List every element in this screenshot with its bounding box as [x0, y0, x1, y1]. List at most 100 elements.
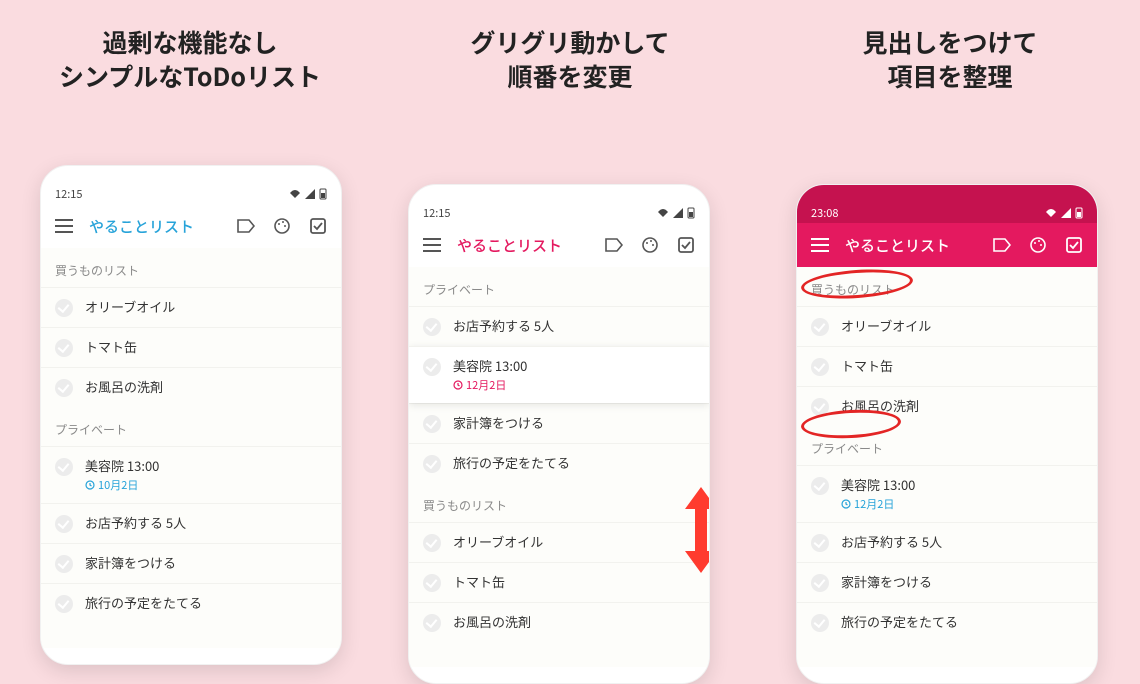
check-circle-icon[interactable]	[811, 534, 829, 552]
signal-icon	[305, 189, 315, 199]
todo-row[interactable]: 美容院 13:0010月2日	[41, 446, 341, 503]
checkbox-icon[interactable]	[307, 215, 329, 237]
check-circle-icon[interactable]	[55, 555, 73, 573]
caption-2: グリグリ動かして 順番を変更	[470, 26, 669, 94]
check-circle-icon[interactable]	[55, 515, 73, 533]
clock-icon	[85, 480, 95, 490]
clock-text: 23:08	[811, 205, 838, 221]
todo-row[interactable]: お店予約する 5人	[409, 306, 709, 346]
section-header: プライベート	[41, 407, 341, 446]
clock-text: 12:15	[55, 186, 82, 202]
check-circle-icon[interactable]	[55, 379, 73, 397]
check-circle-icon[interactable]	[55, 339, 73, 357]
status-bar: 12:15	[41, 184, 341, 204]
todo-row[interactable]: 家計簿をつける	[41, 543, 341, 583]
todo-row[interactable]: トマト缶	[41, 327, 341, 367]
todo-row[interactable]: 旅行の予定をたてる	[409, 443, 709, 483]
wifi-icon	[657, 208, 669, 218]
todo-row[interactable]: お店予約する 5人	[41, 503, 341, 543]
todo-text: お風呂の洗剤	[841, 397, 919, 415]
todo-row[interactable]: オリーブオイル	[41, 287, 341, 327]
todo-text: お店予約する 5人	[453, 317, 554, 335]
label-icon[interactable]	[991, 234, 1013, 256]
check-circle-icon[interactable]	[423, 614, 441, 632]
todo-text: お風呂の洗剤	[453, 613, 531, 631]
todo-text: 美容院 13:00	[453, 357, 527, 375]
caption-3: 見出しをつけて 項目を整理	[862, 26, 1037, 94]
todo-text: 旅行の予定をたてる	[841, 613, 958, 631]
signal-icon	[673, 208, 683, 218]
section-header: 買うものリスト	[409, 483, 709, 522]
check-circle-icon[interactable]	[55, 299, 73, 317]
todo-text: トマト缶	[453, 573, 505, 591]
todo-row[interactable]: 旅行の予定をたてる	[797, 602, 1097, 642]
menu-icon[interactable]	[809, 234, 831, 256]
todo-row[interactable]: 家計簿をつける	[409, 403, 709, 443]
status-bar: 12:15	[409, 203, 709, 223]
todo-row[interactable]: お店予約する 5人	[797, 522, 1097, 562]
drag-arrow-icon	[683, 487, 710, 573]
phone-screenshot-1: 12:15 やることリスト 買うものリストオリーブオイルトマト缶お風呂の洗剤プラ…	[40, 165, 342, 665]
clock-text: 12:15	[423, 205, 450, 221]
check-circle-icon[interactable]	[811, 358, 829, 376]
palette-icon[interactable]	[639, 234, 661, 256]
list-body[interactable]: プライベートお店予約する 5人美容院 13:0012月2日家計簿をつける旅行の予…	[409, 267, 709, 667]
status-bar: 23:08	[797, 203, 1097, 223]
todo-text: 旅行の予定をたてる	[85, 594, 202, 612]
menu-icon[interactable]	[53, 215, 75, 237]
app-bar: やることリスト	[409, 223, 709, 267]
check-circle-icon[interactable]	[811, 398, 829, 416]
todo-text: 家計簿をつける	[453, 414, 544, 432]
section-header: 買うものリスト	[797, 267, 1097, 306]
todo-row[interactable]: トマト缶	[797, 346, 1097, 386]
palette-icon[interactable]	[1027, 234, 1049, 256]
checkbox-icon[interactable]	[675, 234, 697, 256]
label-icon[interactable]	[603, 234, 625, 256]
check-circle-icon[interactable]	[811, 318, 829, 336]
check-circle-icon[interactable]	[423, 534, 441, 552]
todo-subtext: 12月2日	[841, 496, 915, 512]
check-circle-icon[interactable]	[423, 358, 441, 376]
todo-row[interactable]: 旅行の予定をたてる	[41, 583, 341, 623]
list-body[interactable]: 買うものリストオリーブオイルトマト缶お風呂の洗剤プライベート美容院 13:001…	[41, 248, 341, 648]
check-circle-icon[interactable]	[811, 574, 829, 592]
app-bar: やることリスト	[797, 223, 1097, 267]
check-circle-icon[interactable]	[55, 458, 73, 476]
todo-text: お店予約する 5人	[85, 514, 186, 532]
todo-text: お風呂の洗剤	[85, 378, 163, 396]
todo-text: 家計簿をつける	[85, 554, 176, 572]
menu-icon[interactable]	[421, 234, 443, 256]
todo-text: 家計簿をつける	[841, 573, 932, 591]
clock-icon	[453, 380, 463, 390]
todo-row[interactable]: 美容院 13:0012月2日	[797, 465, 1097, 522]
todo-row[interactable]: トマト缶	[409, 562, 709, 602]
battery-icon	[1075, 207, 1083, 219]
todo-text: お店予約する 5人	[841, 533, 942, 551]
label-icon[interactable]	[235, 215, 257, 237]
check-circle-icon[interactable]	[811, 614, 829, 632]
todo-row[interactable]: お風呂の洗剤	[41, 367, 341, 407]
todo-row[interactable]: オリーブオイル	[409, 522, 709, 562]
check-circle-icon[interactable]	[55, 595, 73, 613]
check-circle-icon[interactable]	[811, 477, 829, 495]
todo-row[interactable]: 家計簿をつける	[797, 562, 1097, 602]
todo-row[interactable]: 美容院 13:00 12月2日	[409, 346, 709, 403]
check-circle-icon[interactable]	[423, 318, 441, 336]
section-header: プライベート	[797, 426, 1097, 465]
todo-row[interactable]: お風呂の洗剤	[409, 602, 709, 642]
clock-icon	[841, 499, 851, 509]
todo-text: オリーブオイル	[85, 298, 175, 316]
todo-subtext: 12月2日	[453, 377, 527, 393]
signal-icon	[1061, 208, 1071, 218]
list-body[interactable]: 買うものリストオリーブオイルトマト缶お風呂の洗剤プライベート美容院 13:001…	[797, 267, 1097, 667]
todo-row[interactable]: オリーブオイル	[797, 306, 1097, 346]
palette-icon[interactable]	[271, 215, 293, 237]
caption-1: 過剰な機能なし シンプルなToDoリスト	[59, 26, 321, 94]
checkbox-icon[interactable]	[1063, 234, 1085, 256]
app-title: やることリスト	[457, 235, 589, 256]
check-circle-icon[interactable]	[423, 455, 441, 473]
check-circle-icon[interactable]	[423, 415, 441, 433]
todo-row[interactable]: お風呂の洗剤	[797, 386, 1097, 426]
check-circle-icon[interactable]	[423, 574, 441, 592]
todo-text: オリーブオイル	[841, 317, 931, 335]
